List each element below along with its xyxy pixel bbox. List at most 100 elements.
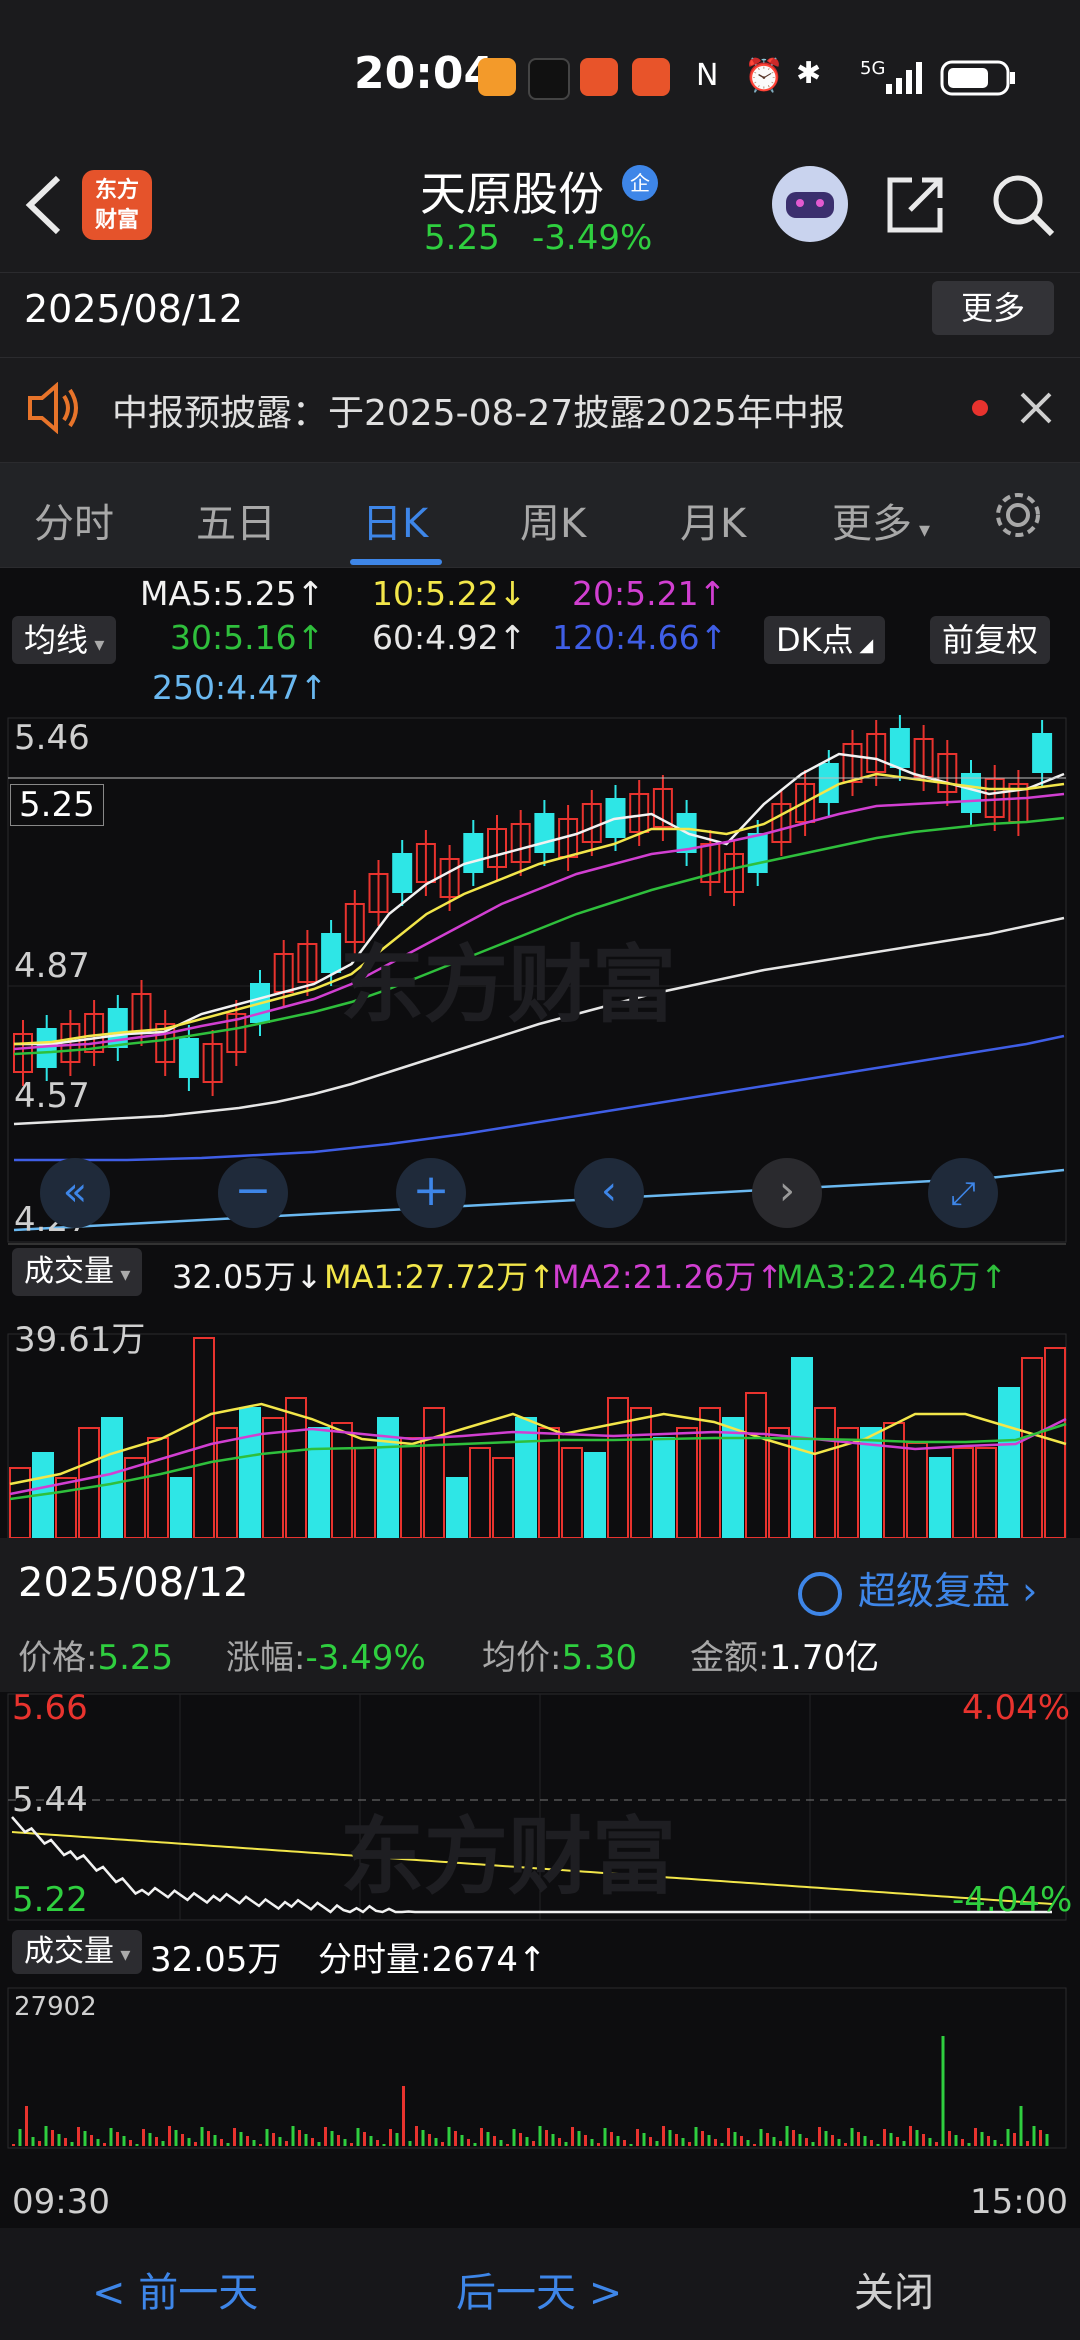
- minute-volume-bar: [486, 2132, 490, 2146]
- minute-volume-bar: [727, 2128, 730, 2146]
- amount-value: 1.70亿: [769, 1638, 880, 1678]
- volume-bar: [446, 1477, 468, 1538]
- enterprise-badge: 企: [622, 165, 658, 201]
- minute-volume-bar: [863, 2136, 867, 2146]
- close-button[interactable]: 关闭: [854, 2260, 934, 2318]
- volume-bar: [492, 1457, 514, 1538]
- minute-volume-bar: [1039, 2130, 1042, 2146]
- dk-point-label: DK点: [776, 621, 854, 659]
- volume-bar: [170, 1477, 192, 1538]
- minute-volume-bar: [324, 2127, 327, 2146]
- candle-body: [818, 763, 839, 803]
- minute-volume-bar: [961, 2139, 964, 2146]
- fullscreen-icon[interactable]: ⤢: [928, 1158, 998, 1228]
- minute-volume-bar: [772, 2137, 776, 2146]
- minute-volume-bar: [909, 2126, 912, 2146]
- scroll-right-icon[interactable]: ›: [752, 1158, 822, 1228]
- intraday-y-mid: 5.44: [12, 1780, 88, 1820]
- minute-volume-bar: [291, 2126, 295, 2146]
- tab-weekly-k[interactable]: 周K: [520, 491, 586, 549]
- zoom-in-icon[interactable]: +: [396, 1158, 466, 1228]
- super-replay-link[interactable]: 超级复盘 ›: [798, 1560, 1037, 1616]
- volume-bar: [906, 1442, 928, 1538]
- minute-volume-bar: [213, 2135, 217, 2146]
- ma20-legend: 20:5.21↑: [572, 574, 727, 613]
- minute-volume-bar: [135, 2144, 139, 2146]
- minute-volume-bar: [343, 2139, 347, 2146]
- minute-volume-bar: [272, 2133, 275, 2146]
- minute-volume-bar: [889, 2133, 893, 2146]
- volume-bars: [9, 1337, 1066, 1538]
- robot-assistant-icon[interactable]: [772, 166, 848, 242]
- kline-svg: [7, 715, 1067, 1538]
- minute-volume-bar: [395, 2133, 399, 2146]
- share-icon[interactable]: [882, 172, 948, 238]
- minute-volume-bar: [31, 2137, 35, 2146]
- unread-dot: [972, 400, 988, 416]
- watermark: 东方财富: [340, 936, 677, 1034]
- back-icon[interactable]: [20, 172, 68, 238]
- avg-info: 均价:5.30: [482, 1630, 637, 1679]
- tab-five-day[interactable]: 五日: [196, 491, 276, 549]
- next-day-button[interactable]: 后一天 >: [456, 2260, 622, 2318]
- minute-volume-bar: [512, 2129, 516, 2146]
- price-value: 5.25: [97, 1638, 174, 1678]
- candle-body: [534, 813, 555, 853]
- bluetooth-icon: ✱: [796, 56, 822, 91]
- ma120-line: [14, 1034, 1065, 1162]
- settings-gear-icon[interactable]: [990, 487, 1046, 543]
- minute-volume-bar: [408, 2141, 412, 2146]
- candle-body: [321, 933, 342, 973]
- notice-text: 中报预披露：于2025-08-27披露2025年中报: [112, 393, 845, 434]
- minute-volume-bar: [798, 2134, 802, 2146]
- notice-bar[interactable]: 中报预披露：于2025-08-27披露2025年中报: [0, 358, 1080, 458]
- minute-volume-bar: [506, 2144, 509, 2146]
- intraday-volume-selector[interactable]: 成交量 ▾: [12, 1930, 143, 1974]
- scroll-left-far-icon[interactable]: «: [40, 1158, 110, 1228]
- minute-volume-bar: [1032, 2126, 1036, 2146]
- adjust-button[interactable]: 前复权: [930, 616, 1051, 664]
- minute-volume-bar: [662, 2126, 665, 2146]
- app-notification-icon: [478, 58, 516, 96]
- zoom-out-icon[interactable]: −: [218, 1158, 288, 1228]
- more-button[interactable]: 更多: [932, 281, 1054, 335]
- tab-more[interactable]: 更多 ▾: [832, 491, 930, 549]
- minute-volume-bar: [96, 2139, 100, 2146]
- minute-volume-bar: [896, 2137, 899, 2146]
- candle-body: [1032, 733, 1053, 773]
- volume-bar: [308, 1427, 330, 1538]
- minute-volume-bar: [746, 2140, 750, 2146]
- dropdown-icon: ▾: [114, 1942, 131, 1966]
- close-icon[interactable]: [1016, 388, 1056, 428]
- minute-volume-bar: [629, 2144, 633, 2146]
- ma-selector[interactable]: 均线 ▾: [12, 616, 117, 664]
- volume-selector[interactable]: 成交量 ▾: [12, 1248, 143, 1296]
- prev-day-button[interactable]: < 前一天: [92, 2260, 258, 2318]
- minute-volume-bar: [636, 2129, 639, 2146]
- volume-bar: [239, 1407, 261, 1538]
- stock-change-pct: -3.49%: [532, 218, 653, 258]
- minute-volume-bar: [883, 2129, 886, 2146]
- tab-daily-k[interactable]: 日K: [362, 491, 428, 549]
- minute-volume-bar: [649, 2137, 652, 2146]
- alarm-icon: ⏰: [744, 56, 784, 94]
- minute-volume-bar: [473, 2143, 477, 2146]
- candle-body: [889, 728, 910, 768]
- intraday-y-top-value: 5.66: [12, 1688, 88, 1728]
- nfc-icon: N: [696, 58, 719, 93]
- dk-point-button[interactable]: DK点 ◢: [764, 616, 886, 664]
- tab-monthly-k[interactable]: 月K: [680, 491, 746, 549]
- minute-volume-bar: [402, 2086, 405, 2146]
- minute-volume-bar: [707, 2135, 711, 2146]
- minute-volume-bar: [688, 2142, 691, 2146]
- minute-volume-bar: [226, 2143, 230, 2146]
- price-label: 价格:: [18, 1638, 98, 1678]
- scroll-left-icon[interactable]: ‹: [574, 1158, 644, 1228]
- minute-volume-bar: [298, 2130, 301, 2146]
- eastmoney-logo: 东方 财富: [82, 170, 152, 240]
- logo-text: 东方 财富: [94, 178, 139, 233]
- minute-volume-bar: [597, 2143, 600, 2146]
- intraday-date: 2025/08/12: [18, 1560, 249, 1606]
- tab-intraday[interactable]: 分时: [34, 491, 114, 549]
- search-icon[interactable]: [988, 170, 1058, 240]
